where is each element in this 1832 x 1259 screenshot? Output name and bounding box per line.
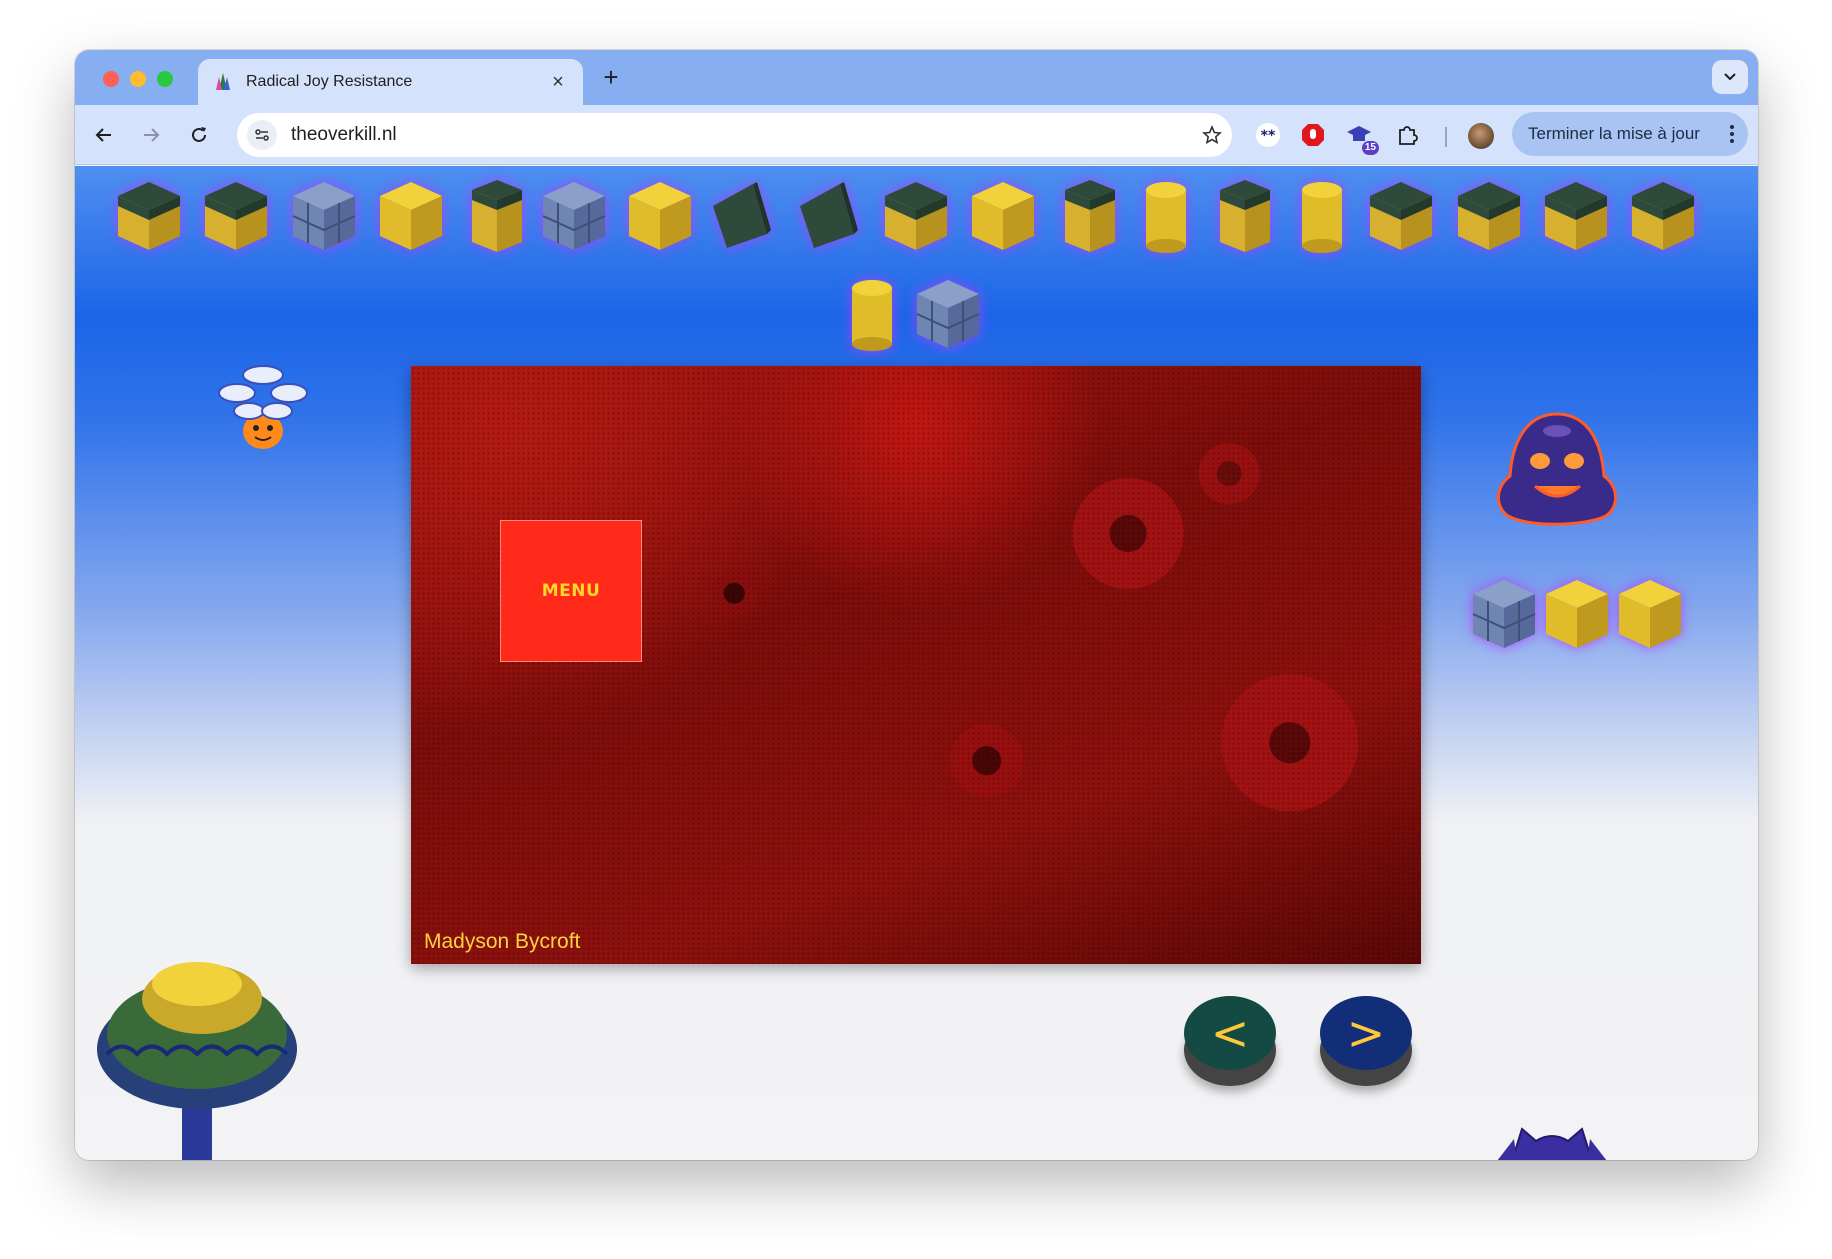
grass-pillar-icon	[1210, 176, 1280, 254]
tab-title: Radical Joy Resistance	[246, 73, 413, 90]
next-button-label: >	[1320, 996, 1412, 1070]
stone-block-icon	[539, 176, 609, 254]
new-tab-button[interactable]: +	[596, 62, 626, 92]
grass-pillar-icon	[462, 176, 532, 254]
artwork-texture	[411, 366, 1421, 964]
extensions-puzzle-icon[interactable]	[1391, 119, 1423, 151]
sand-block-icon	[376, 176, 446, 254]
sand-block-icon	[625, 176, 695, 254]
grass-block-icon	[881, 176, 951, 254]
extension-adblock-icon[interactable]	[1297, 119, 1329, 151]
menu-button[interactable]: MENU	[500, 520, 642, 662]
tree-icon	[97, 962, 297, 1160]
blob-creature-icon	[1497, 412, 1617, 526]
toolbar-separator	[1445, 127, 1447, 147]
forward-button[interactable]	[135, 119, 167, 151]
back-button[interactable]	[88, 119, 120, 151]
stone-block-icon	[913, 274, 983, 352]
grass-block-icon	[1366, 176, 1436, 254]
stone-block-icon	[289, 176, 359, 254]
sand-block-icon	[1542, 574, 1612, 652]
update-button-label: Terminer la mise à jour	[1528, 124, 1700, 143]
maximize-window-button[interactable]	[157, 71, 173, 87]
tab-strip: Radical Joy Resistance × +	[75, 50, 1758, 105]
browser-toolbar: theoverkill.nl ** 15 Terminer la mise à …	[75, 105, 1758, 165]
sand-cylinder-icon	[1287, 176, 1357, 254]
browser-window: Radical Joy Resistance × + theoverkill.n…	[75, 50, 1758, 1160]
page-content: MENU Madyson Bycroft < >	[75, 166, 1758, 1160]
artist-caption: Madyson Bycroft	[424, 930, 581, 953]
grass-block-icon	[201, 176, 271, 254]
arrow-left-icon	[95, 128, 111, 142]
stone-block-icon	[1469, 574, 1539, 652]
artwork-viewer: MENU Madyson Bycroft	[411, 366, 1421, 964]
site-settings-icon[interactable]	[247, 120, 277, 150]
profile-avatar[interactable]	[1468, 123, 1494, 149]
update-button[interactable]: Terminer la mise à jour	[1512, 112, 1748, 156]
mushroom-character-icon	[218, 365, 308, 449]
grass-block-icon	[1541, 176, 1611, 254]
sand-cylinder-icon	[837, 274, 907, 352]
horned-creature-icon	[1497, 1127, 1607, 1160]
grass-block-icon	[114, 176, 184, 254]
grass-pillar-icon	[1055, 176, 1125, 254]
close-window-button[interactable]	[103, 71, 119, 87]
extension-graduation-icon[interactable]: 15	[1343, 119, 1379, 155]
next-button[interactable]: >	[1320, 996, 1412, 1088]
sand-block-icon	[968, 176, 1038, 254]
previous-button[interactable]: <	[1184, 996, 1276, 1088]
tab-search-button[interactable]	[1712, 60, 1748, 94]
sand-block-icon	[1615, 574, 1685, 652]
reload-button[interactable]	[183, 119, 215, 151]
grass-block-icon	[1454, 176, 1524, 254]
extension-badge: 15	[1361, 141, 1379, 155]
previous-button-label: <	[1184, 996, 1276, 1070]
arrow-right-icon	[144, 128, 160, 142]
bookmark-star-icon[interactable]	[1192, 125, 1232, 145]
site-favicon-icon	[212, 71, 234, 93]
grass-block-icon	[1628, 176, 1698, 254]
sand-cylinder-icon	[1131, 176, 1201, 254]
svg-text:**: **	[1261, 128, 1276, 144]
address-bar[interactable]: theoverkill.nl	[237, 113, 1232, 157]
extension-asterisk-icon[interactable]: **	[1252, 119, 1284, 151]
grass-slope-icon	[792, 176, 862, 254]
more-menu-icon[interactable]	[1730, 125, 1734, 143]
reload-icon	[192, 127, 206, 142]
minimize-window-button[interactable]	[130, 71, 146, 87]
chevron-down-icon	[1724, 73, 1736, 81]
url-text[interactable]: theoverkill.nl	[291, 124, 1192, 146]
close-tab-icon[interactable]: ×	[547, 71, 569, 94]
tab-active[interactable]: Radical Joy Resistance ×	[198, 59, 583, 105]
grass-slope-icon	[705, 176, 775, 254]
